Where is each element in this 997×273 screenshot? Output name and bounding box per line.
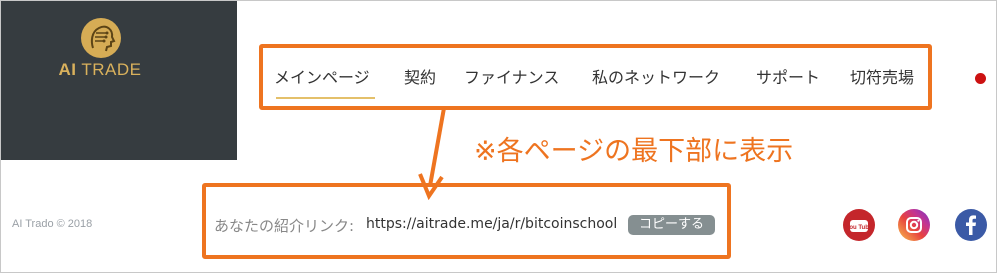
- notification-dot: [975, 73, 986, 84]
- instagram-icon: [906, 217, 922, 233]
- referral-link-label: あなたの紹介リンク:: [214, 217, 355, 235]
- copy-button[interactable]: コピーする: [628, 215, 715, 235]
- annotation-note: ※各ページの最下部に表示: [474, 136, 794, 167]
- copyright-text: AI Trado © 2018: [12, 218, 93, 230]
- logo-text-bold: AI: [58, 60, 77, 79]
- logo-wordmark[interactable]: AI TRADE: [1, 60, 199, 80]
- logo-text-rest: TRADE: [81, 60, 142, 79]
- facebook-icon: [966, 215, 976, 235]
- youtube-icon: You Tube: [846, 220, 873, 232]
- nav-highlight-box: [259, 44, 932, 110]
- youtube-logo-text: You Tube: [846, 225, 873, 231]
- logo-head-icon: [81, 18, 121, 58]
- facebook-button[interactable]: [955, 209, 987, 241]
- referral-link-url[interactable]: https://aitrade.me/ja/r/bitcoinschool: [366, 216, 617, 232]
- arrow-icon: [418, 107, 446, 200]
- logo-panel: AI TRADE: [1, 1, 237, 160]
- instagram-button[interactable]: [898, 209, 930, 241]
- youtube-button[interactable]: You Tube: [843, 209, 875, 241]
